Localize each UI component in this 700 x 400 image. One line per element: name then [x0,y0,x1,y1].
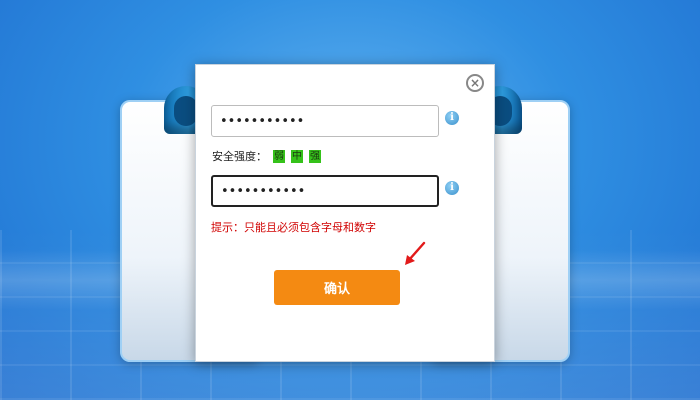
password-hint: 提示：只能且必须包含字母和数字 [211,221,376,234]
password-input[interactable] [211,105,439,137]
password-dialog: × i 安全强度： 弱 中 强 i 提示：只能且必须包含字母和数字 确认 [195,64,495,362]
close-icon[interactable]: × [466,74,484,92]
confirm-password-input[interactable] [211,175,439,207]
password-strength-indicator: 安全强度： 弱 中 强 [212,149,321,163]
confirm-button[interactable]: 确认 [274,270,400,305]
strength-level-medium: 中 [291,149,303,163]
info-icon-confirm[interactable]: i [445,181,459,195]
info-icon[interactable]: i [445,111,459,125]
strength-label: 安全强度： [212,150,267,163]
red-arrow-annotation [405,241,426,265]
strength-level-strong: 强 [309,149,321,163]
strength-level-weak: 弱 [273,149,285,163]
